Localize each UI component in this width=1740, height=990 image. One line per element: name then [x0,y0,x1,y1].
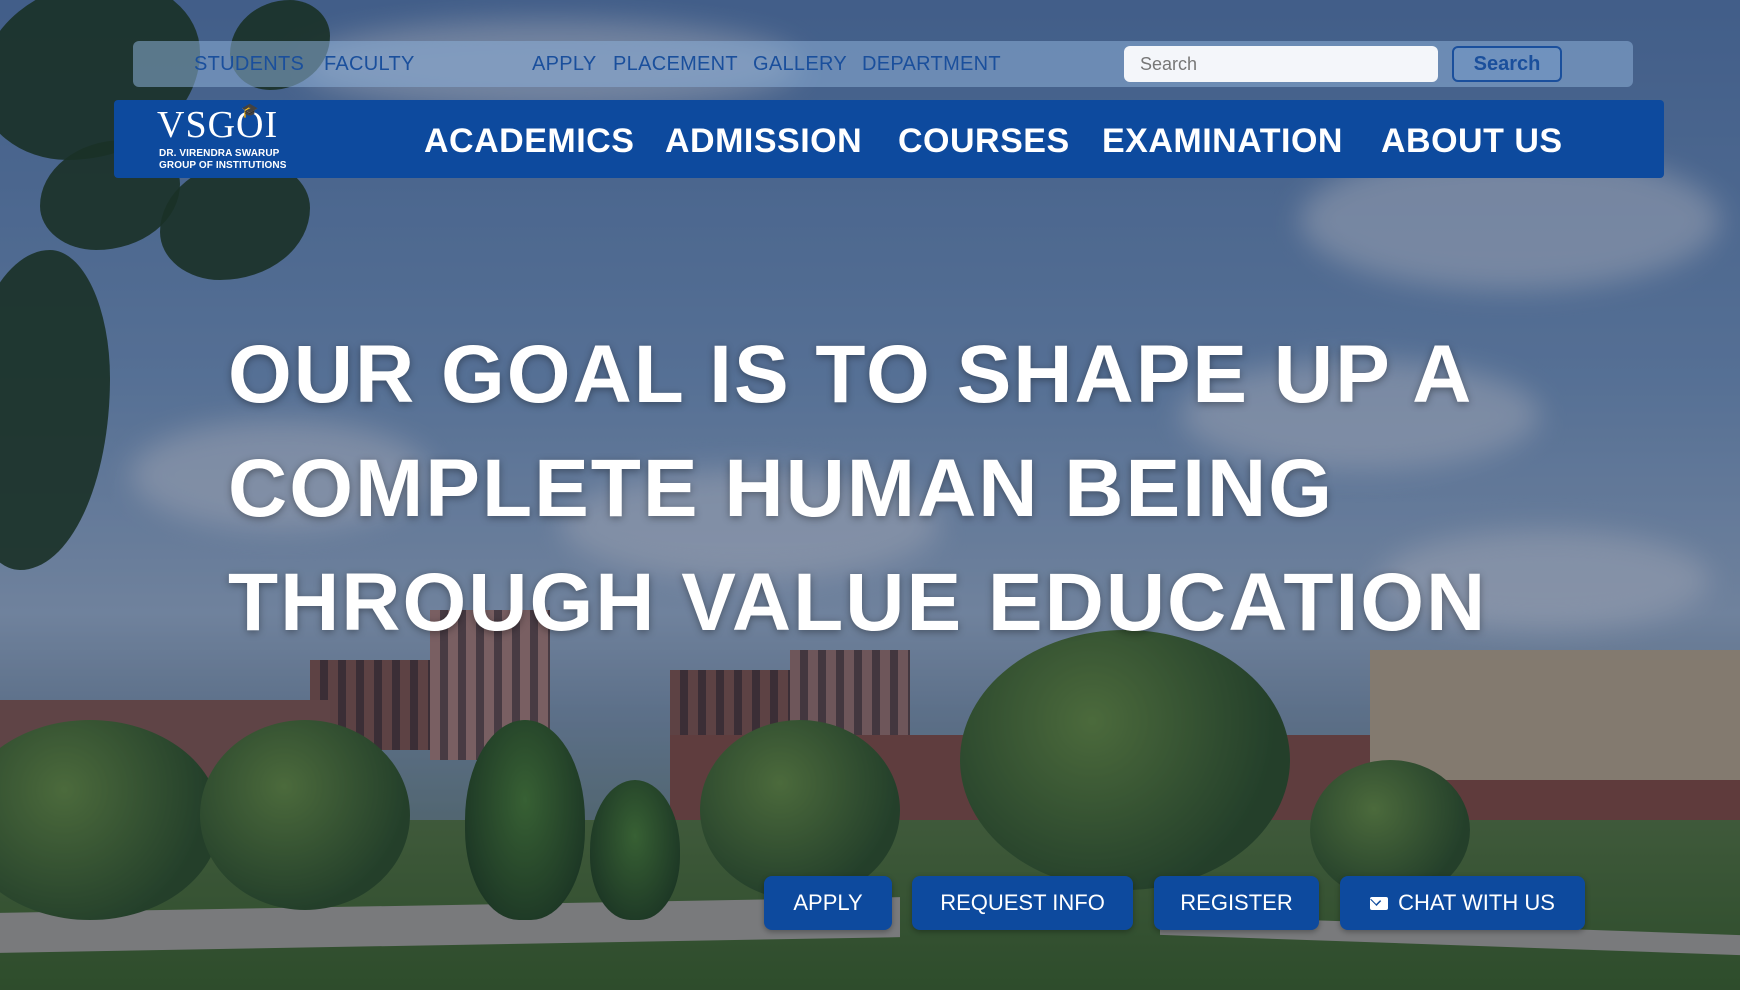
top-link-faculty[interactable]: FACULTY [324,53,415,76]
nav-item-about-us[interactable]: ABOUT US [1381,122,1563,161]
register-button[interactable]: REGISTER [1154,876,1319,930]
apply-button-label: APPLY [793,890,863,915]
nav-item-admission[interactable]: ADMISSION [665,122,862,161]
request-info-button-label: REQUEST INFO [940,890,1105,915]
search-button[interactable]: Search [1452,46,1562,82]
top-utility-bar: STUDENTS FACULTY APPLY PLACEMENT GALLERY… [133,41,1633,87]
top-link-placement[interactable]: PLACEMENT [613,53,738,76]
hero-headline: OUR GOAL IS TO SHAPE UP A COMPLETE HUMAN… [228,318,1628,660]
chat-with-us-button[interactable]: CHAT WITH US [1340,876,1585,930]
logo-subtitle-line1: DR. VIRENDRA SWARUP [159,148,280,159]
hero-headline-line: THROUGH VALUE EDUCATION [228,557,1488,648]
nav-item-academics[interactable]: ACADEMICS [424,122,634,161]
top-link-gallery[interactable]: GALLERY [753,53,847,76]
apply-button[interactable]: APPLY [764,876,892,930]
top-link-students[interactable]: STUDENTS [194,53,304,76]
nav-item-courses[interactable]: COURSES [898,122,1070,161]
register-button-label: REGISTER [1180,890,1293,915]
mail-icon [1370,896,1389,910]
logo-subtitle-line2: GROUP OF INSTITUTIONS [159,160,287,171]
top-link-department[interactable]: DEPARTMENT [862,53,1001,76]
nav-item-examination[interactable]: EXAMINATION [1102,122,1343,161]
graduation-cap-icon: 🎓 [241,102,259,118]
search-input[interactable] [1124,46,1438,82]
top-link-apply[interactable]: APPLY [532,53,597,76]
request-info-button[interactable]: REQUEST INFO [912,876,1133,930]
hero-headline-line: COMPLETE HUMAN BEING [228,443,1334,534]
hero-headline-line: OUR GOAL IS TO SHAPE UP A [228,329,1474,420]
main-navigation: VSGOI 🎓 DR. VIRENDRA SWARUP GROUP OF INS… [114,100,1664,178]
vsgoi-logo[interactable]: VSGOI 🎓 DR. VIRENDRA SWARUP GROUP OF INS… [157,102,287,172]
chat-with-us-button-label: CHAT WITH US [1398,890,1555,915]
logo-wordmark: VSGOI [157,104,279,146]
